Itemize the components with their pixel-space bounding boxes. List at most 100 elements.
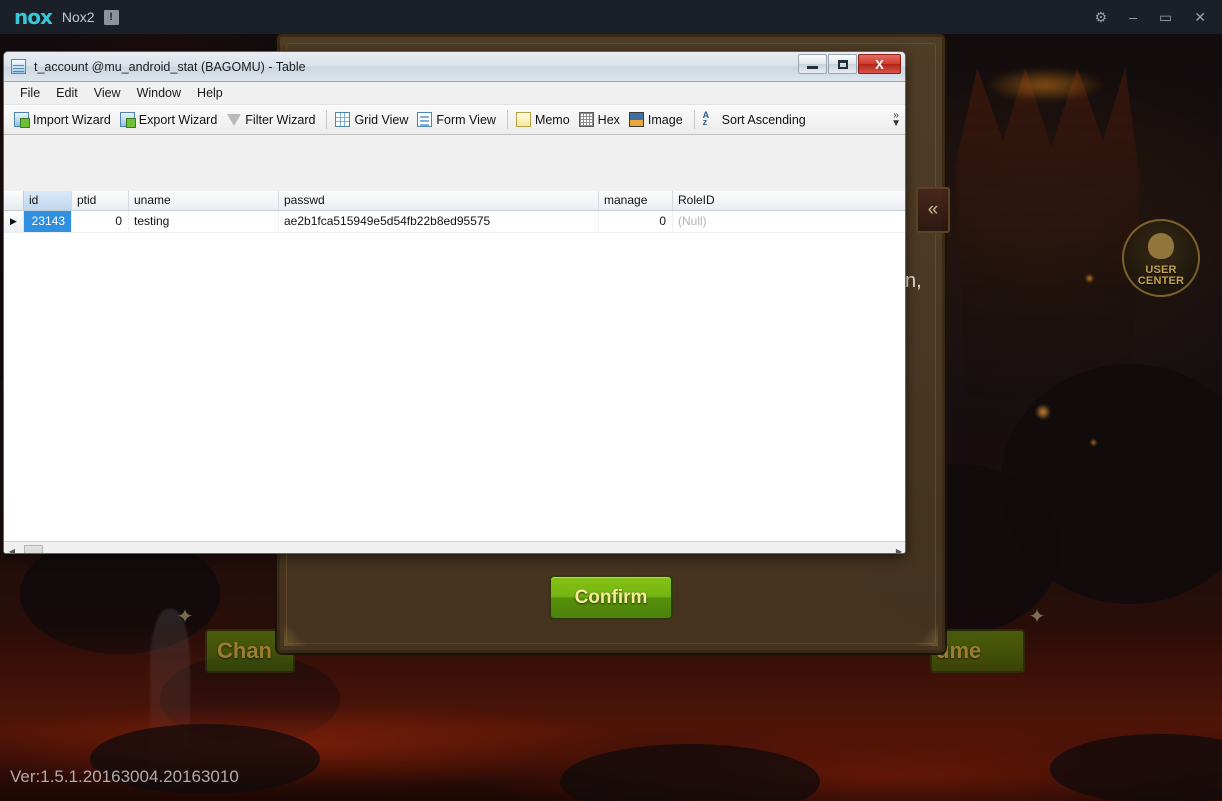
menu-item-edit[interactable]: Edit xyxy=(48,84,86,102)
column-header-roleid[interactable]: RoleID xyxy=(673,191,905,210)
background-ember xyxy=(1090,439,1097,446)
column-header-uname[interactable]: uname xyxy=(129,191,279,210)
sort-ascending-button[interactable]: Az Sort Ascending xyxy=(700,110,812,129)
menu-item-file[interactable]: File xyxy=(12,84,48,102)
background-ember xyxy=(1085,274,1094,283)
menu-item-window[interactable]: Window xyxy=(129,84,189,102)
minimize-icon xyxy=(807,65,818,69)
panel-corner-ornament xyxy=(284,624,310,646)
cell-id[interactable]: 23143 xyxy=(24,211,72,232)
column-header-ptid[interactable]: ptid xyxy=(72,191,129,210)
table-row[interactable]: ▶ 23143 0 testing ae2b1fca515949e5d54fb2… xyxy=(4,211,905,233)
memo-icon xyxy=(515,112,531,127)
background-tower xyxy=(955,68,1140,398)
settings-icon[interactable]: ⚙ xyxy=(1095,10,1108,24)
emulator-window-controls: ⚙ – ▭ ✕ xyxy=(1095,10,1206,24)
form-view-icon xyxy=(417,112,433,127)
confirm-button[interactable]: Confirm xyxy=(549,575,673,620)
emulator-titlebar: nox Nox2 ! ⚙ – ▭ ✕ xyxy=(0,0,1222,34)
navicat-table-window: t_account @mu_android_stat (BAGOMU) - Ta… xyxy=(3,51,906,554)
maximize-icon xyxy=(837,59,848,69)
import-wizard-icon xyxy=(14,112,30,128)
column-header-id[interactable]: id xyxy=(24,191,72,210)
form-view-button[interactable]: Form View xyxy=(414,110,502,129)
memo-button[interactable]: Memo xyxy=(513,110,576,129)
cell-manage[interactable]: 0 xyxy=(599,211,673,232)
export-wizard-button[interactable]: Export Wizard xyxy=(117,110,224,129)
form-view-label: Form View xyxy=(436,112,496,127)
memo-label: Memo xyxy=(534,112,570,127)
toolbar-overflow-button[interactable]: » ▼ xyxy=(891,105,901,134)
user-center-label-line2: CENTER xyxy=(1137,275,1185,287)
menu-item-view[interactable]: View xyxy=(86,84,129,102)
cell-ptid[interactable]: 0 xyxy=(72,211,129,232)
toolbar-separator xyxy=(693,110,695,129)
scrollbar-thumb[interactable] xyxy=(24,545,43,553)
image-icon xyxy=(628,112,644,127)
cell-passwd[interactable]: ae2b1fca515949e5d54fb22b8ed95575 xyxy=(279,211,599,232)
emulator-app-name: Nox2 xyxy=(61,9,95,25)
table-icon xyxy=(11,59,26,74)
background-ember xyxy=(1035,404,1051,420)
grid-view-label: Grid View xyxy=(354,112,409,127)
sort-ascending-icon: Az xyxy=(702,110,710,127)
hex-label: Hex xyxy=(597,112,620,127)
cell-uname[interactable]: testing xyxy=(129,211,279,232)
grid-view-icon xyxy=(335,112,351,127)
version-text: Ver:1.5.1.20163004.20163010 xyxy=(10,767,239,786)
user-center-button[interactable]: USER CENTER xyxy=(1122,219,1200,297)
image-label: Image xyxy=(647,112,683,127)
chevron-left-icon: « xyxy=(927,199,939,220)
navicat-titlebar[interactable]: t_account @mu_android_stat (BAGOMU) - Ta… xyxy=(4,52,905,82)
toolbar-separator xyxy=(326,110,328,129)
ornament-icon: ✦ xyxy=(176,605,194,628)
maximize-icon[interactable]: ▭ xyxy=(1159,10,1172,24)
export-wizard-icon xyxy=(119,112,136,128)
toolbar: Import Wizard Export Wizard Filter Wizar… xyxy=(4,105,905,135)
sort-ascending-label: Sort Ascending xyxy=(721,112,806,127)
window-title: t_account @mu_android_stat (BAGOMU) - Ta… xyxy=(34,59,306,74)
data-grid: id ptid uname passwd manage RoleID ▶ 231… xyxy=(4,191,905,541)
screen-root: USER CENTER Chan ✦ ume ✦ Ver:1.5.1.20163… xyxy=(0,0,1222,801)
menubar: File Edit View Window Help xyxy=(4,82,905,105)
game-change-button-label: Chan xyxy=(217,638,272,663)
cell-roleid[interactable]: (Null) xyxy=(673,211,905,232)
grid-header-row: id ptid uname passwd manage RoleID xyxy=(4,191,905,211)
filter-wizard-button[interactable]: Filter Wizard xyxy=(223,110,321,129)
user-avatar-icon xyxy=(1148,233,1174,259)
maximize-button[interactable] xyxy=(828,54,857,74)
row-indicator: ▶ xyxy=(4,211,24,232)
navicat-window-controls: X xyxy=(797,54,901,74)
grid-view-button[interactable]: Grid View xyxy=(332,110,414,129)
menu-item-help[interactable]: Help xyxy=(189,84,231,102)
filter-wizard-label: Filter Wizard xyxy=(245,112,316,127)
close-icon: X xyxy=(875,56,884,72)
minimize-icon[interactable]: – xyxy=(1129,10,1137,24)
horizontal-scrollbar[interactable]: ◀ ▶ xyxy=(4,541,905,554)
minimize-button[interactable] xyxy=(798,54,827,74)
panel-collapse-button[interactable]: « xyxy=(916,187,950,233)
background-tower-glow xyxy=(985,68,1105,102)
export-wizard-label: Export Wizard xyxy=(138,112,218,127)
panel-corner-ornament xyxy=(912,624,938,646)
close-icon[interactable]: ✕ xyxy=(1194,10,1206,24)
toolbar-separator xyxy=(506,110,508,129)
panel-text-fragment: n, xyxy=(905,270,922,292)
warning-badge-icon: ! xyxy=(103,9,119,25)
import-wizard-label: Import Wizard xyxy=(33,112,111,127)
close-button[interactable]: X xyxy=(858,54,901,74)
import-wizard-button[interactable]: Import Wizard xyxy=(11,110,117,129)
nox-logo: nox xyxy=(14,5,53,29)
confirm-button-label: Confirm xyxy=(574,586,648,608)
filter-wizard-icon xyxy=(226,112,242,127)
grid-header-gutter xyxy=(4,191,24,210)
scrollbar-track[interactable] xyxy=(20,543,891,553)
column-header-manage[interactable]: manage xyxy=(599,191,673,210)
scroll-right-arrow-icon[interactable]: ▶ xyxy=(891,543,905,554)
scroll-left-arrow-icon[interactable]: ◀ xyxy=(4,543,20,554)
hex-icon xyxy=(578,112,594,127)
column-header-passwd[interactable]: passwd xyxy=(279,191,599,210)
chevron-down-icon: ▼ xyxy=(891,117,901,129)
hex-button[interactable]: Hex xyxy=(576,110,626,129)
image-button[interactable]: Image xyxy=(626,110,689,129)
